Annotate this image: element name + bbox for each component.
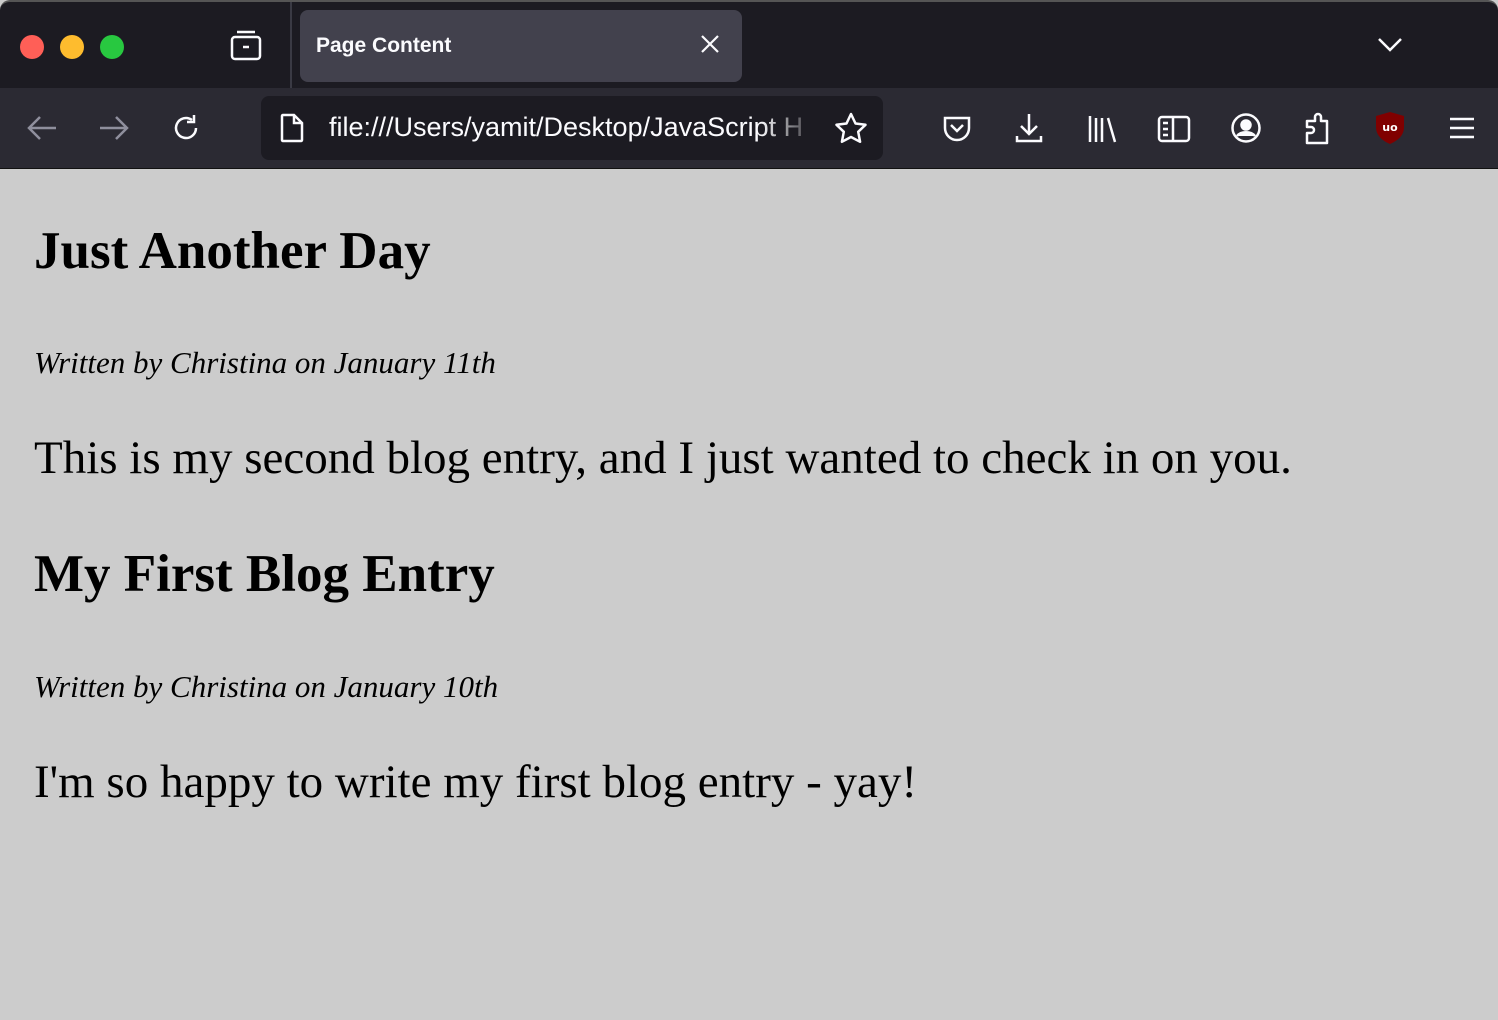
- close-window-button[interactable]: [20, 35, 44, 59]
- bookmark-star-icon[interactable]: [834, 112, 868, 144]
- ublock-origin-icon[interactable]: uo: [1375, 111, 1405, 145]
- extensions-puzzle-icon[interactable]: [1303, 111, 1335, 145]
- post-title: Just Another Day: [34, 222, 431, 280]
- menu-hamburger-icon[interactable]: [1448, 116, 1476, 140]
- tab-bar: Page Content: [0, 0, 1498, 90]
- url-text[interactable]: file:///Users/yamit/Desktop/JavaScript H: [329, 112, 819, 143]
- pocket-icon[interactable]: [942, 114, 972, 144]
- downloads-icon[interactable]: [1014, 112, 1044, 144]
- close-tab-icon[interactable]: [698, 32, 722, 56]
- tab-title: Page Content: [316, 34, 452, 57]
- back-arrow-icon[interactable]: [26, 114, 58, 142]
- address-bar[interactable]: file:///Users/yamit/Desktop/JavaScript H: [261, 96, 883, 160]
- list-all-tabs-chevron-down-icon[interactable]: [1376, 34, 1404, 54]
- post-byline: Written by Christina on January 10th: [34, 669, 499, 704]
- account-icon[interactable]: [1230, 112, 1262, 144]
- firefox-view-icon[interactable]: [229, 28, 263, 62]
- tab-separator: [290, 2, 292, 90]
- navigation-toolbar: file:///Users/yamit/Desktop/JavaScript H…: [0, 88, 1498, 169]
- minimize-window-button[interactable]: [60, 35, 84, 59]
- library-icon[interactable]: [1087, 114, 1119, 144]
- maximize-window-button[interactable]: [100, 35, 124, 59]
- post-body: I'm so happy to write my first blog entr…: [34, 756, 918, 808]
- svg-text:uo: uo: [1382, 121, 1398, 134]
- post-body: This is my second blog entry, and I just…: [34, 432, 1292, 484]
- sidebar-icon[interactable]: [1157, 115, 1191, 143]
- page-file-icon: [279, 113, 305, 143]
- tab-page-content[interactable]: Page Content: [300, 10, 742, 82]
- forward-arrow-icon[interactable]: [98, 114, 130, 142]
- post-title: My First Blog Entry: [34, 545, 495, 603]
- reload-icon[interactable]: [170, 112, 202, 144]
- post-byline: Written by Christina on January 11th: [34, 345, 496, 380]
